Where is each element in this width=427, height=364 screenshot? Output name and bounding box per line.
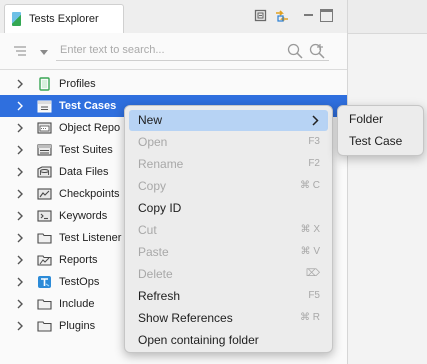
tree-item-label: Test Suites	[59, 144, 113, 156]
delete-key-icon: ⌦	[305, 268, 320, 279]
testops-icon	[38, 276, 51, 288]
shortcut-label: ⌘ V	[300, 246, 320, 257]
new-submenu: Folder Test Case	[337, 105, 424, 156]
menu-item-rename[interactable]: Rename F2	[129, 154, 328, 175]
tree-item-label: TestOps	[59, 276, 100, 288]
panel-tab-bar: Tests Explorer	[0, 0, 347, 34]
submenu-item-test-case[interactable]: Test Case	[342, 131, 421, 152]
editor-area	[348, 0, 427, 364]
reports-icon	[37, 255, 52, 266]
panel-title: Tests Explorer	[29, 13, 99, 25]
folder-icon	[37, 321, 52, 332]
chevron-right-icon[interactable]	[14, 232, 26, 244]
chevron-right-icon[interactable]	[14, 122, 26, 134]
menu-item-show-references[interactable]: Show References ⌘ R	[129, 308, 328, 329]
submenu-item-label: Folder	[349, 112, 384, 126]
filter-icon[interactable]	[13, 44, 27, 58]
menu-item-open-containing-folder[interactable]: Open containing folder	[129, 330, 328, 351]
chevron-right-icon[interactable]	[14, 78, 26, 90]
chevron-right-icon[interactable]	[14, 210, 26, 222]
tree-item-label: Keywords	[59, 210, 108, 222]
tree-item-label: Plugins	[59, 320, 96, 332]
maximize-icon[interactable]	[320, 9, 333, 22]
shortcut-label: F3	[308, 136, 320, 147]
menu-item-label: Open containing folder	[138, 333, 259, 347]
shortcut-label: F5	[308, 290, 320, 301]
checkpoint-icon	[37, 188, 52, 200]
advanced-search-icon[interactable]	[309, 43, 326, 59]
search-icon[interactable]	[287, 43, 303, 59]
menu-item-new[interactable]: New	[129, 110, 328, 131]
menu-item-label: Open	[138, 135, 168, 149]
tree-item-label: Reports	[59, 254, 98, 266]
menu-item-label: Copy	[138, 179, 167, 193]
shortcut-label: ⌘ X	[300, 224, 320, 235]
tree-item-label: Object Repo	[59, 122, 121, 134]
tree-item-profiles[interactable]: Profiles	[0, 73, 347, 95]
chevron-right-icon[interactable]	[14, 298, 26, 310]
tree-item-label: Profiles	[59, 78, 96, 90]
editor-tab-strip	[348, 0, 427, 34]
link-with-editor-icon[interactable]	[274, 9, 290, 22]
shortcut-label: ⌘ C	[300, 180, 320, 191]
folder-icon	[37, 233, 52, 244]
tests-explorer-icon	[12, 12, 21, 26]
search-input[interactable]	[56, 41, 279, 59]
menu-item-paste[interactable]: Paste ⌘ V	[129, 242, 328, 263]
collapse-all-icon[interactable]	[254, 9, 267, 22]
minimize-icon[interactable]	[302, 9, 315, 22]
tree-item-label: Checkpoints	[59, 188, 120, 200]
menu-item-label: Rename	[138, 157, 184, 171]
tree-item-label: Include	[59, 298, 95, 310]
filter-dropdown-icon[interactable]	[40, 47, 48, 55]
menu-item-label: Cut	[138, 223, 157, 237]
menu-item-delete[interactable]: Delete ⌦	[129, 264, 328, 285]
submenu-item-label: Test Case	[349, 134, 403, 148]
menu-item-label: Copy ID	[138, 201, 182, 215]
menu-item-label: Delete	[138, 267, 173, 281]
shortcut-label: F2	[308, 158, 320, 169]
chevron-right-icon[interactable]	[14, 254, 26, 266]
object-repository-icon	[37, 122, 52, 134]
submenu-arrow-icon	[312, 115, 319, 126]
menu-item-label: Paste	[138, 245, 169, 259]
menu-item-label: New	[138, 113, 163, 127]
submenu-item-folder[interactable]: Folder	[342, 109, 421, 130]
tests-explorer-tab[interactable]: Tests Explorer	[4, 4, 124, 33]
chevron-right-icon[interactable]	[14, 166, 26, 178]
menu-item-copy[interactable]: Copy ⌘ C	[129, 176, 328, 197]
shortcut-label: ⌘ R	[300, 312, 320, 323]
test-suite-icon	[37, 144, 52, 156]
chevron-right-icon[interactable]	[14, 100, 26, 112]
tree-item-label: Data Files	[59, 166, 109, 178]
menu-item-open[interactable]: Open F3	[129, 132, 328, 153]
menu-item-copy-id[interactable]: Copy ID	[129, 198, 328, 219]
menu-item-label: Show References	[138, 311, 233, 325]
menu-item-refresh[interactable]: Refresh F5	[129, 286, 328, 307]
chevron-right-icon[interactable]	[14, 320, 26, 332]
menu-item-cut[interactable]: Cut ⌘ X	[129, 220, 328, 241]
chevron-right-icon[interactable]	[14, 276, 26, 288]
context-menu: New Open F3 Rename F2 Copy ⌘ C Copy ID C…	[124, 105, 333, 353]
folder-icon	[37, 299, 52, 310]
tree-item-label: Test Cases	[59, 100, 117, 112]
test-case-folder-icon	[37, 100, 52, 113]
keywords-icon	[37, 210, 52, 222]
menu-item-label: Refresh	[138, 289, 181, 303]
profile-icon	[39, 77, 50, 91]
chevron-right-icon[interactable]	[14, 144, 26, 156]
search-bar	[0, 33, 347, 70]
chevron-right-icon[interactable]	[14, 188, 26, 200]
tree-item-label: Test Listener	[59, 232, 122, 244]
data-files-icon	[37, 166, 52, 178]
